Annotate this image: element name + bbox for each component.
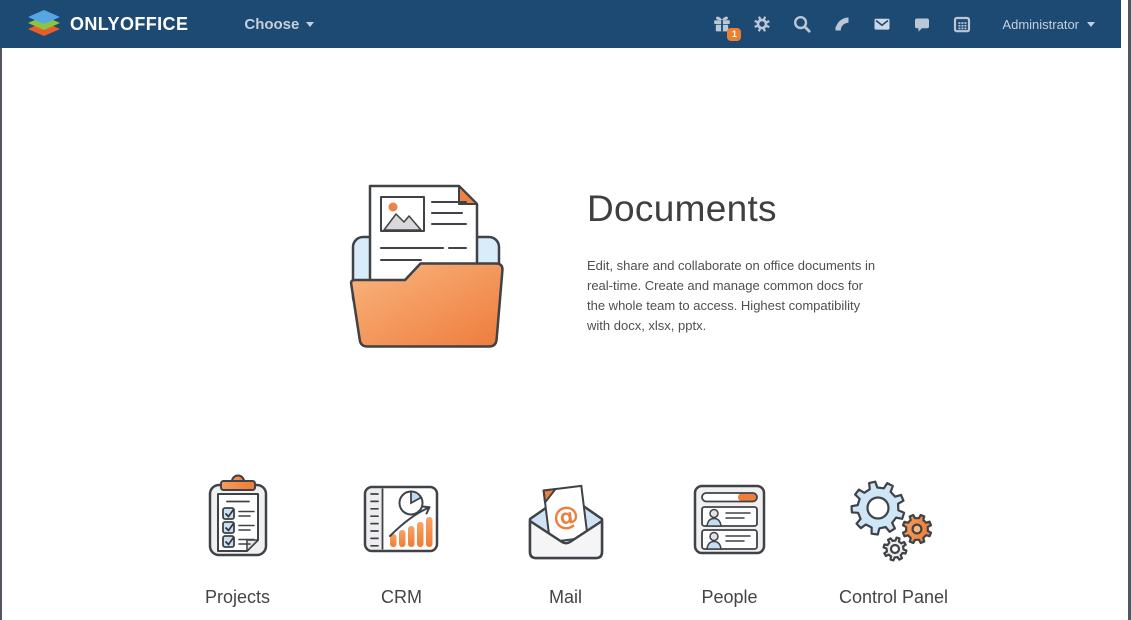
hero-description-line: real-time. Create and manage common docs…: [587, 276, 887, 296]
mail-icon: [872, 14, 892, 34]
feed-button[interactable]: [832, 14, 852, 34]
people-cards-icon: [682, 472, 777, 567]
search-button[interactable]: [792, 14, 812, 34]
notification-badge: 1: [727, 28, 741, 41]
user-menu[interactable]: Administrator: [1002, 17, 1095, 32]
calendar-button[interactable]: [952, 14, 972, 34]
hero-description-line: with docx, xlsx, pptx.: [587, 316, 887, 336]
crm-chart-icon: [354, 472, 449, 567]
chevron-down-icon: [1087, 22, 1095, 27]
hero-description-line: Edit, share and collaborate on office do…: [587, 256, 887, 276]
control-panel-gears-icon: [846, 472, 941, 567]
talk-button[interactable]: [912, 14, 932, 34]
hero-description-line: the whole team to access. Highest compat…: [587, 296, 887, 316]
calendar-icon: [952, 14, 972, 34]
window-border-left: [0, 48, 2, 620]
documents-folder-illustration[interactable]: [345, 176, 515, 358]
mail-button[interactable]: [872, 14, 892, 34]
page-title[interactable]: Documents: [587, 188, 887, 230]
onlyoffice-layers-icon: [27, 9, 61, 39]
module-label: Projects: [205, 587, 270, 608]
module-people[interactable]: People: [648, 472, 812, 608]
brand-name: ONLYOFFICE: [70, 14, 188, 35]
module-crm[interactable]: CRM: [320, 472, 484, 608]
settings-button[interactable]: [752, 14, 772, 34]
module-label: Control Panel: [839, 587, 948, 608]
choose-label: Choose: [244, 16, 299, 33]
gear-icon: [752, 14, 772, 34]
module-label: Mail: [549, 587, 582, 608]
mail-envelope-icon: @: [518, 472, 613, 567]
module-projects[interactable]: Projects: [156, 472, 320, 608]
onlyoffice-logo[interactable]: ONLYOFFICE: [27, 9, 188, 39]
module-mail[interactable]: @ Mail: [484, 472, 648, 608]
module-control-panel[interactable]: Control Panel: [812, 472, 976, 608]
gift-button[interactable]: 1: [712, 14, 732, 34]
feed-icon: [832, 14, 852, 34]
top-navbar: ONLYOFFICE Choose 1: [0, 0, 1121, 48]
choose-dropdown[interactable]: Choose: [244, 16, 314, 33]
search-icon: [792, 14, 812, 34]
chat-bubble-icon: [912, 14, 932, 34]
hero-description: Edit, share and collaborate on office do…: [587, 256, 887, 336]
chevron-down-icon: [306, 22, 314, 27]
navbar-actions: 1: [702, 14, 1095, 34]
at-symbol: @: [551, 501, 580, 534]
hero-text-block: Documents Edit, share and collaborate on…: [587, 176, 887, 358]
module-label: People: [701, 587, 757, 608]
documents-hero: Documents Edit, share and collaborate on…: [345, 176, 887, 358]
modules-row: Projects CRM: [0, 472, 1131, 608]
user-name: Administrator: [1002, 17, 1079, 32]
projects-clipboard-icon: [190, 472, 285, 567]
module-label: CRM: [381, 587, 422, 608]
